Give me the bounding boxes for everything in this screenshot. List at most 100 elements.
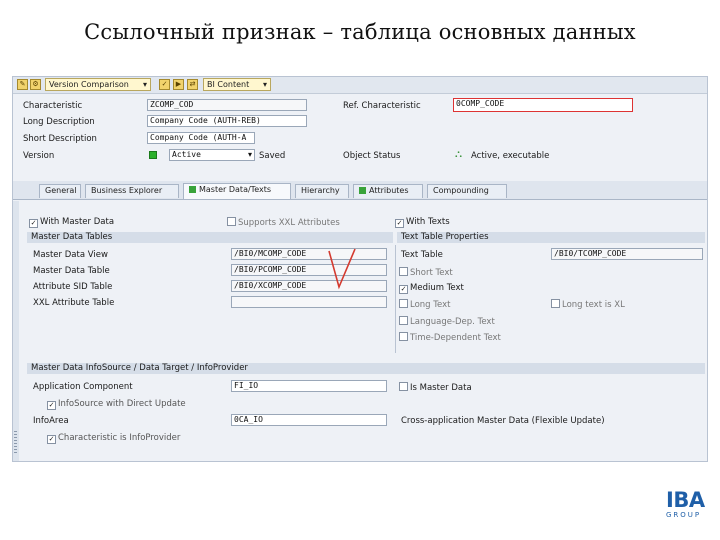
medium-text-label: Medium Text	[410, 283, 464, 293]
medium-text-checkbox[interactable]: ✓ Medium Text	[399, 283, 464, 294]
time-dependent-text-label: Time-Dependent Text	[410, 333, 501, 343]
checkbox-checked-icon: ✓	[29, 219, 38, 228]
status-green-icon	[189, 186, 196, 193]
object-status-label: Object Status	[343, 151, 401, 161]
short-description-field[interactable]: Company Code (AUTH-A	[147, 132, 255, 144]
text-table-label: Text Table	[401, 250, 443, 260]
tab-general[interactable]: General	[39, 184, 81, 198]
long-text-xl-checkbox[interactable]: Long text is XL	[551, 299, 625, 310]
characteristic-field[interactable]: ZCOMP_COD	[147, 99, 307, 111]
characteristic-label: Characteristic	[23, 101, 83, 111]
with-master-data-label: With Master Data	[40, 217, 115, 227]
language-dep-text-checkbox[interactable]: Language-Dep. Text	[399, 316, 495, 327]
tab-master-data-texts[interactable]: Master Data/Texts	[183, 183, 291, 199]
slide-title: Ссылочный признак – таблица основных дан…	[84, 20, 636, 44]
application-component-field[interactable]: FI_IO	[231, 380, 387, 392]
master-data-view-field[interactable]: /BI0/MCOMP_CODE	[231, 248, 387, 260]
with-texts-checkbox[interactable]: ✓ With Texts	[395, 217, 450, 228]
checkbox-unchecked-icon	[399, 316, 408, 325]
checkbox-checked-icon: ✓	[399, 285, 408, 294]
master-data-table-field[interactable]: /BI0/PCOMP_CODE	[231, 264, 387, 276]
infosource-direct-update-checkbox[interactable]: ✓ InfoSource with Direct Update	[47, 399, 186, 410]
with-master-data-checkbox[interactable]: ✓ With Master Data	[29, 217, 114, 228]
xxl-attribute-table-field[interactable]	[231, 296, 387, 308]
executable-icon: ⛬	[455, 149, 462, 160]
master-data-table-label: Master Data Table	[33, 266, 110, 276]
application-toolbar: ✎ ⚙ Version Comparison ▾ ✓ ▶ ⇄ BI Conten…	[13, 77, 707, 94]
tab-compounding[interactable]: Compounding	[427, 184, 507, 198]
display-change-icon[interactable]: ✎	[17, 79, 28, 90]
checkbox-unchecked-icon	[551, 299, 560, 308]
check-icon[interactable]: ✓	[159, 79, 170, 90]
supports-xxl-checkbox[interactable]: Supports XXL Attributes	[227, 217, 340, 228]
bi-content-label: BI Content	[207, 80, 250, 89]
characteristic-is-infoprovider-label: Characteristic is InfoProvider	[58, 433, 181, 443]
supports-xxl-label: Supports XXL Attributes	[238, 218, 340, 228]
text-table-field[interactable]: /BI0/TCOMP_CODE	[551, 248, 703, 260]
tab-strip: General Business Explorer Master Data/Te…	[13, 181, 707, 200]
bi-content-dropdown[interactable]: BI Content ▾	[203, 78, 271, 91]
version-comparison-label: Version Comparison	[49, 80, 129, 89]
long-description-field[interactable]: Company Code (AUTH-REB)	[147, 115, 307, 127]
checkbox-unchecked-icon	[399, 299, 408, 308]
ref-characteristic-field[interactable]: 0COMP_CODE	[453, 98, 633, 112]
with-texts-label: With Texts	[406, 217, 450, 227]
checkbox-unchecked-icon	[227, 217, 236, 226]
time-dependent-text-checkbox[interactable]: Time-Dependent Text	[399, 332, 501, 343]
master-data-view-label: Master Data View	[33, 250, 108, 260]
logo-text: IBA	[666, 490, 716, 511]
tab-master-data-texts-label: Master Data/Texts	[199, 185, 272, 194]
version-comparison-dropdown[interactable]: Version Comparison ▾	[45, 78, 151, 91]
activate-icon[interactable]: ▶	[173, 79, 184, 90]
ref-characteristic-label: Ref. Characteristic	[343, 101, 421, 111]
version-value: Active	[172, 150, 201, 159]
resize-grip-icon[interactable]	[14, 431, 17, 455]
text-table-properties-header: Text Table Properties	[397, 232, 705, 243]
checkbox-checked-icon: ✓	[47, 401, 56, 410]
tab-hierarchy[interactable]: Hierarchy	[295, 184, 349, 198]
long-description-label: Long Description	[23, 117, 95, 127]
cross-app-master-data-label: Cross-application Master Data (Flexible …	[401, 416, 605, 426]
checkbox-checked-icon: ✓	[47, 435, 56, 444]
left-scroll-strip	[13, 201, 19, 461]
short-text-label: Short Text	[410, 268, 453, 278]
version-select[interactable]: Active ▾	[169, 149, 255, 161]
object-status-value: Active, executable	[471, 151, 550, 161]
infoarea-label: InfoArea	[33, 416, 69, 426]
tab-general-label: General	[45, 186, 77, 195]
checkbox-unchecked-icon	[399, 267, 408, 276]
version-label: Version	[23, 151, 55, 161]
application-component-label: Application Component	[33, 382, 133, 392]
is-master-data-checkbox[interactable]: Is Master Data	[399, 382, 472, 393]
infosource-header: Master Data InfoSource / Data Target / I…	[27, 363, 705, 374]
tab-business-explorer[interactable]: Business Explorer	[85, 184, 179, 198]
tab-hierarchy-label: Hierarchy	[301, 186, 340, 195]
logo-subtext: GROUP	[666, 511, 702, 519]
tab-business-explorer-label: Business Explorer	[91, 186, 163, 195]
tab-attributes[interactable]: Attributes	[353, 184, 423, 198]
short-text-checkbox[interactable]: Short Text	[399, 267, 453, 278]
xxl-attribute-table-label: XXL Attribute Table	[33, 298, 115, 308]
chevron-down-icon: ▾	[142, 80, 147, 89]
sap-screen: ✎ ⚙ Version Comparison ▾ ✓ ▶ ⇄ BI Conten…	[12, 76, 708, 462]
long-text-label: Long Text	[410, 300, 451, 310]
checkbox-unchecked-icon	[399, 332, 408, 341]
attribute-sid-table-label: Attribute SID Table	[33, 282, 113, 292]
long-text-xl-label: Long text is XL	[562, 300, 625, 310]
is-master-data-label: Is Master Data	[410, 383, 472, 393]
active-status-icon	[149, 151, 157, 159]
version-status: Saved	[259, 151, 286, 161]
group-divider	[395, 245, 396, 353]
chevron-down-icon: ▾	[247, 150, 252, 159]
infoarea-field[interactable]: 0CA_IO	[231, 414, 387, 426]
long-text-checkbox[interactable]: Long Text	[399, 299, 450, 310]
iba-group-logo: IBA GROUP	[666, 490, 716, 526]
where-used-icon[interactable]: ⇄	[187, 79, 198, 90]
tab-attributes-label: Attributes	[369, 186, 409, 195]
chevron-down-icon: ▾	[262, 80, 267, 89]
attribute-sid-table-field[interactable]: /BI0/XCOMP_CODE	[231, 280, 387, 292]
maintain-icon[interactable]: ⚙	[30, 79, 41, 90]
language-dep-text-label: Language-Dep. Text	[410, 317, 495, 327]
characteristic-is-infoprovider-checkbox[interactable]: ✓ Characteristic is InfoProvider	[47, 433, 180, 444]
handwritten-checkmark-annotation	[328, 248, 356, 290]
